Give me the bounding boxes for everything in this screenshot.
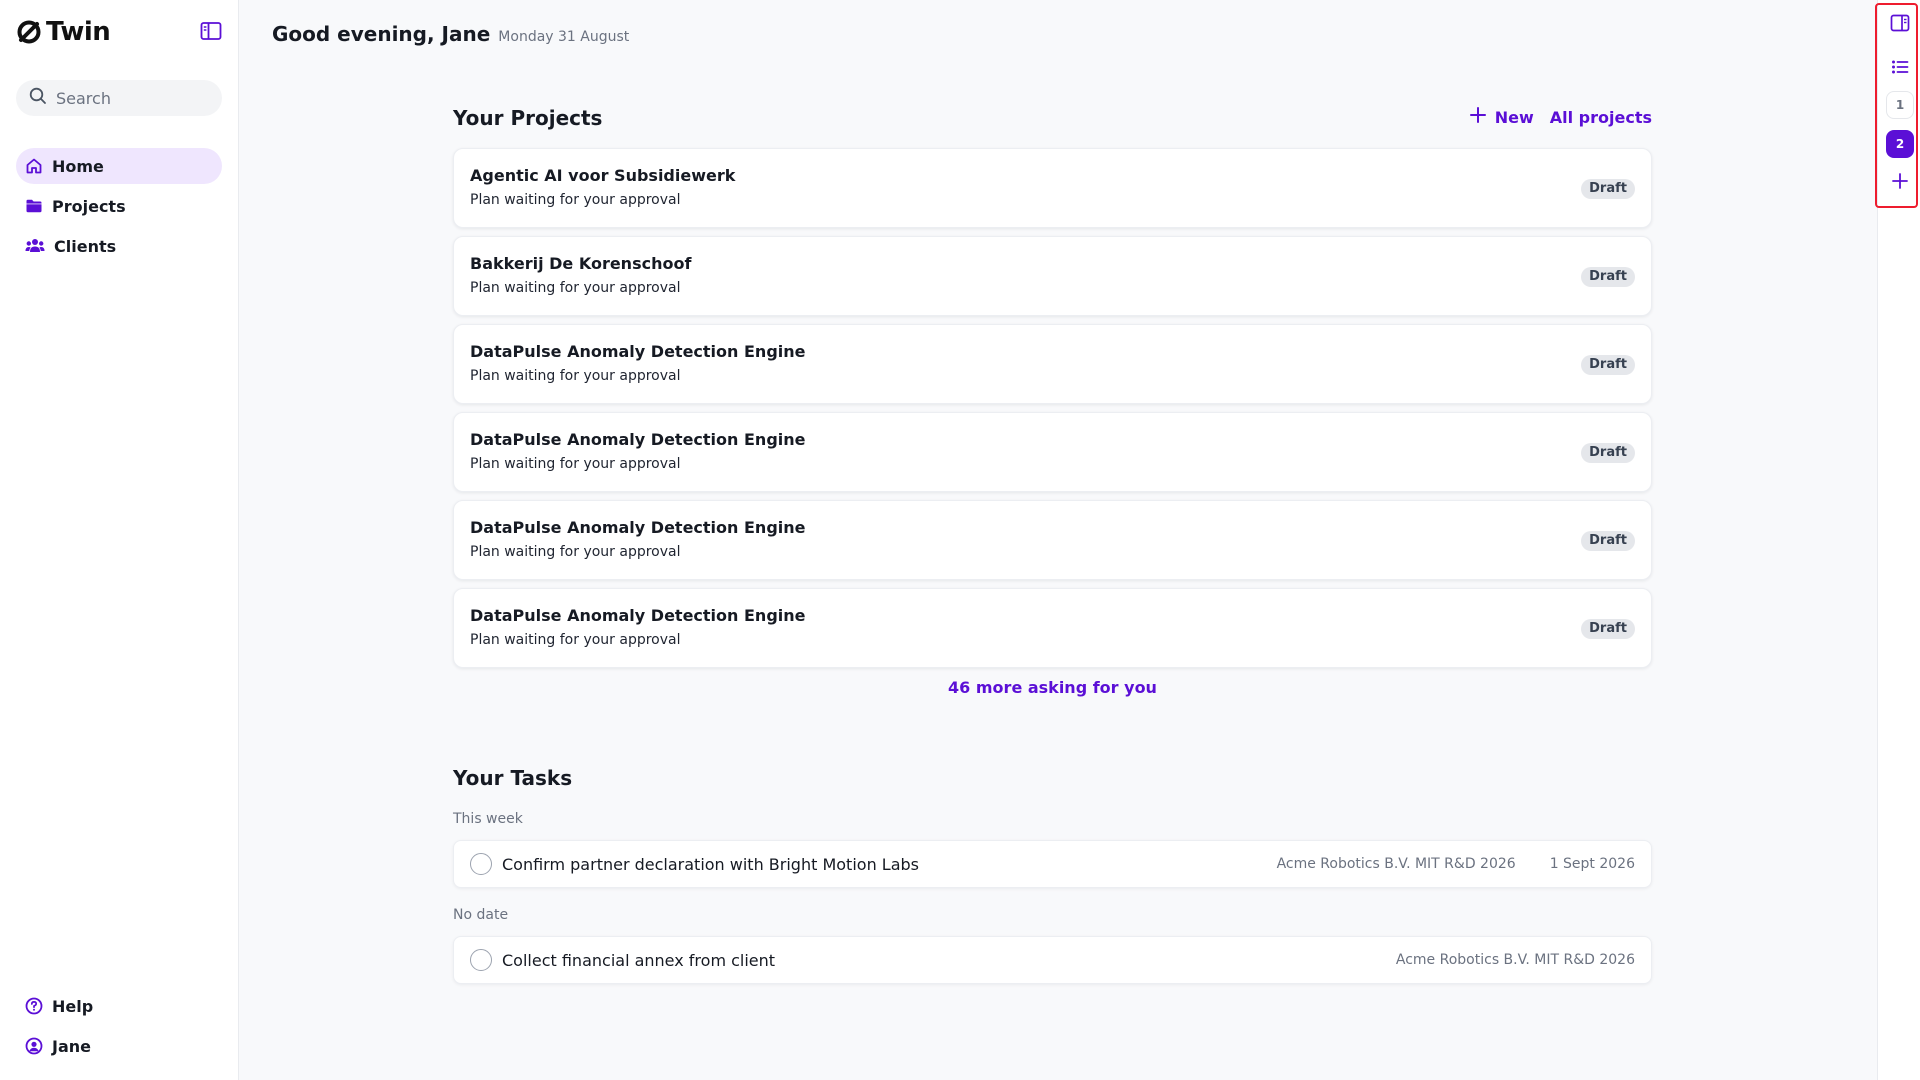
task-project: Acme Robotics B.V. MIT R&D 2026 <box>1395 952 1635 968</box>
home-icon <box>25 157 43 175</box>
sidebar-item-help[interactable]: Help <box>16 988 222 1024</box>
project-status: Plan waiting for your approval <box>470 632 681 648</box>
status-badge: Draft <box>1581 355 1635 375</box>
more-projects-link[interactable]: 46 more asking for you <box>453 678 1652 697</box>
all-projects-link[interactable]: All projects <box>1550 108 1652 127</box>
project-list: Agentic AI voor Subsidiewerk Plan waitin… <box>453 148 1652 676</box>
new-project-button[interactable]: New <box>1469 106 1534 128</box>
task-title: Confirm partner declaration with Bright … <box>502 854 919 874</box>
sidebar-item-clients[interactable]: Clients <box>16 228 222 264</box>
app-logo-text: Twin <box>46 17 111 47</box>
task-checkbox[interactable] <box>470 853 492 875</box>
project-name: DataPulse Anomaly Detection Engine <box>470 430 806 449</box>
page-title: Good evening, Jane <box>272 22 491 46</box>
toggle-panel-button[interactable] <box>1886 10 1914 38</box>
sidebar-item-label: Clients <box>54 236 117 256</box>
list-view-button[interactable] <box>1886 54 1914 82</box>
sidebar-item-label: Home <box>52 156 104 176</box>
user-circle-icon <box>25 1037 43 1055</box>
project-name: Agentic AI voor Subsidiewerk <box>470 166 736 185</box>
project-card[interactable]: DataPulse Anomaly Detection Engine Plan … <box>453 500 1652 580</box>
users-icon <box>25 237 45 255</box>
project-status: Plan waiting for your approval <box>470 456 681 472</box>
project-name: DataPulse Anomaly Detection Engine <box>470 342 806 361</box>
project-status: Plan waiting for your approval <box>470 192 681 208</box>
side-panel-icon <box>1890 14 1910 35</box>
search-box[interactable] <box>16 80 222 116</box>
plus-icon <box>1891 172 1909 193</box>
plus-icon <box>1469 106 1487 128</box>
projects-actions: New All projects <box>1469 106 1652 128</box>
sidebar-item-user[interactable]: Jane <box>16 1028 222 1064</box>
rail-tab-1[interactable]: 1 <box>1886 91 1914 119</box>
project-name: Bakkerij De Korenschoof <box>470 254 692 273</box>
sidebar-item-projects[interactable]: Projects <box>16 188 222 224</box>
status-badge: Draft <box>1581 179 1635 199</box>
status-badge: Draft <box>1581 531 1635 551</box>
search-icon <box>29 87 47 109</box>
project-card[interactable]: Agentic AI voor Subsidiewerk Plan waitin… <box>453 148 1652 228</box>
rail-tab-2[interactable]: 2 <box>1886 130 1914 158</box>
new-project-label: New <box>1494 107 1534 127</box>
twin-logo-icon <box>16 19 42 45</box>
project-name: DataPulse Anomaly Detection Engine <box>470 606 806 625</box>
task-checkbox[interactable] <box>470 949 492 971</box>
task-title: Collect financial annex from client <box>502 950 776 970</box>
project-card[interactable]: DataPulse Anomaly Detection Engine Plan … <box>453 324 1652 404</box>
task-project: Acme Robotics B.V. MIT R&D 2026 <box>1276 856 1516 872</box>
projects-section-title: Your Projects <box>453 106 603 130</box>
project-card[interactable]: DataPulse Anomaly Detection Engine Plan … <box>453 588 1652 668</box>
task-due-date: 1 Sept 2026 <box>1549 856 1635 872</box>
project-card[interactable]: Bakkerij De Korenschoof Plan waiting for… <box>453 236 1652 316</box>
project-status: Plan waiting for your approval <box>470 280 681 296</box>
sidebar-item-label: Help <box>52 996 94 1016</box>
sidebar-item-label: Projects <box>52 196 126 216</box>
search-input[interactable] <box>56 88 206 108</box>
help-icon <box>25 997 43 1015</box>
task-row[interactable]: Collect financial annex from client Acme… <box>453 936 1652 984</box>
sidebar-item-label: Jane <box>52 1036 91 1056</box>
project-card[interactable]: DataPulse Anomaly Detection Engine Plan … <box>453 412 1652 492</box>
project-name: DataPulse Anomaly Detection Engine <box>470 518 806 537</box>
status-badge: Draft <box>1581 267 1635 287</box>
task-row[interactable]: Confirm partner declaration with Bright … <box>453 840 1652 888</box>
project-status: Plan waiting for your approval <box>470 368 681 384</box>
sidebar-toggle-icon <box>200 21 222 45</box>
task-group-label: No date <box>453 907 509 923</box>
sidebar: Twin Home <box>0 0 239 1080</box>
current-date: Monday 31 August <box>498 29 630 45</box>
status-badge: Draft <box>1581 443 1635 463</box>
sidebar-item-home[interactable]: Home <box>16 148 222 184</box>
task-group-label: This week <box>453 811 523 827</box>
right-rail <box>1877 0 1920 1080</box>
status-badge: Draft <box>1581 619 1635 639</box>
tasks-section-title: Your Tasks <box>453 766 573 790</box>
list-icon <box>1891 59 1909 78</box>
collapse-sidebar-button[interactable] <box>198 20 224 46</box>
project-status: Plan waiting for your approval <box>470 544 681 560</box>
app-logo[interactable]: Twin <box>16 17 111 47</box>
page-header: Good evening, Jane Monday 31 August <box>272 22 629 46</box>
folder-icon <box>25 197 43 215</box>
add-tab-button[interactable] <box>1886 168 1914 196</box>
